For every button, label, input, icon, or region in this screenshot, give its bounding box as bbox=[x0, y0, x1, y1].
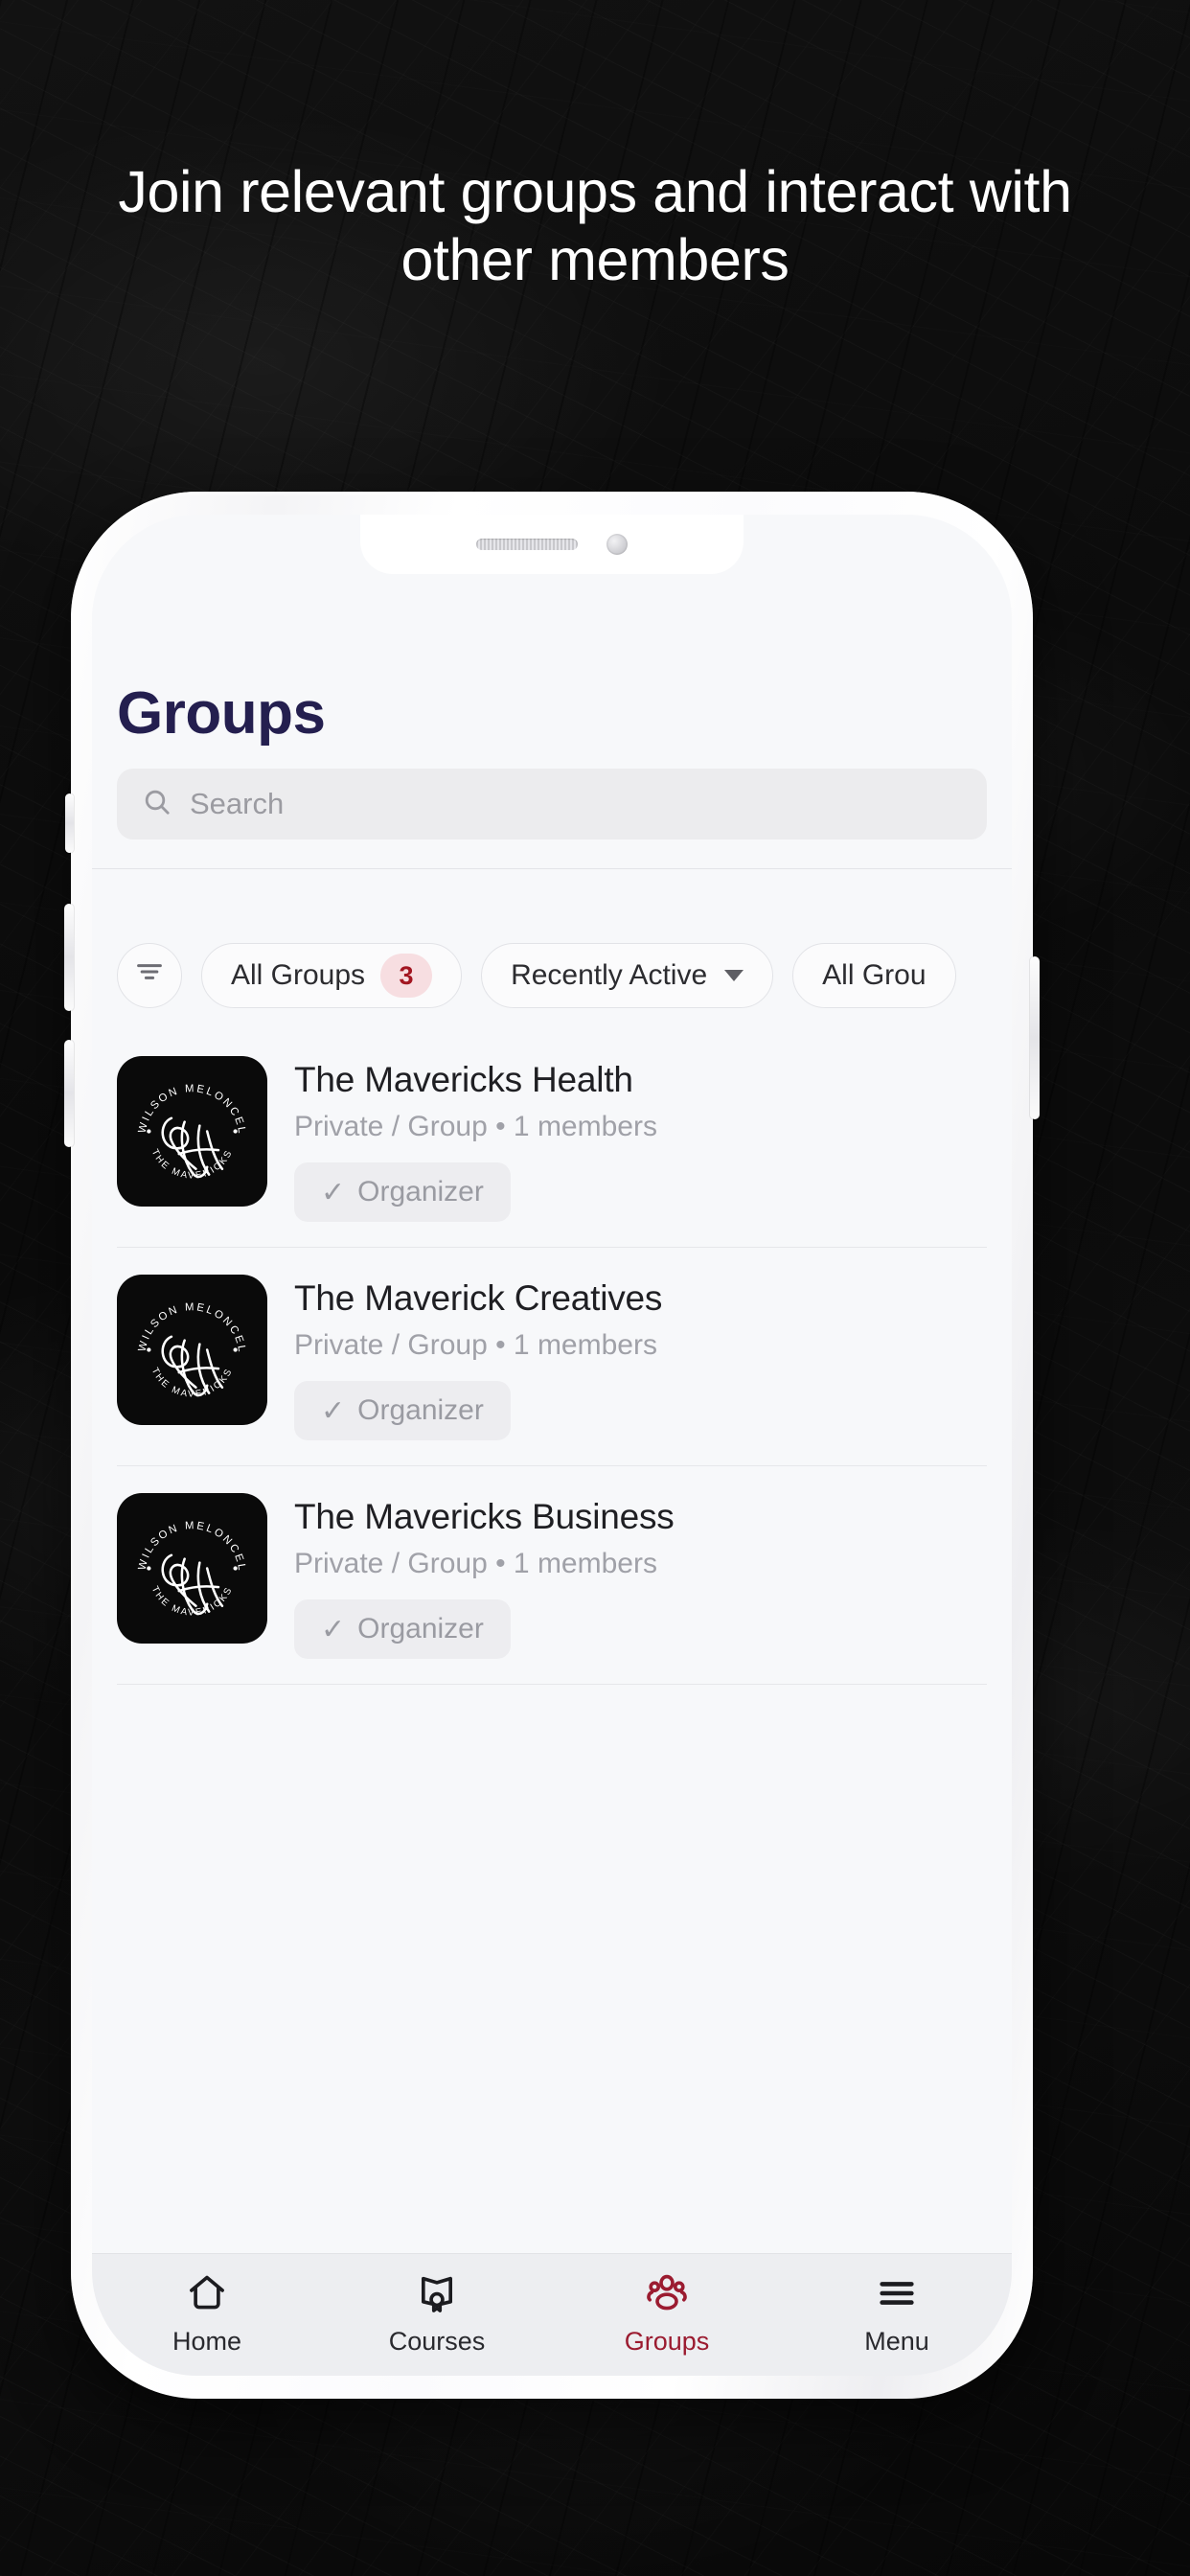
avatar: C WILSON MELONCELLI THE MAVERICKS bbox=[117, 1056, 267, 1207]
search-input[interactable]: Search bbox=[117, 769, 987, 840]
volume-down-button[interactable] bbox=[64, 1040, 74, 1147]
check-icon: ✓ bbox=[321, 1613, 346, 1645]
tab-label: Menu bbox=[864, 2327, 929, 2356]
group-meta: Private / Group • 1 members bbox=[294, 1329, 657, 1361]
phone-screen: Groups Search All Groups 3 Recently Acti… bbox=[92, 515, 1012, 2376]
group-name: The Mavericks Health bbox=[294, 1060, 633, 1099]
home-icon bbox=[185, 2269, 229, 2317]
tab-label: Home bbox=[172, 2327, 242, 2356]
chevron-down-icon bbox=[724, 970, 744, 981]
certificate-icon bbox=[415, 2269, 459, 2317]
chip-all-groups-overflow[interactable]: All Grou bbox=[792, 943, 956, 1008]
filter-button[interactable] bbox=[117, 943, 182, 1008]
chip-label: Recently Active bbox=[511, 959, 708, 991]
list-item[interactable]: C WILSON MELONCELLI THE MAVERICKS bbox=[117, 1248, 987, 1466]
status-badge: ✓ Organizer bbox=[294, 1599, 511, 1659]
chip-all-groups[interactable]: All Groups 3 bbox=[201, 943, 463, 1008]
group-name: The Maverick Creatives bbox=[294, 1278, 663, 1318]
avatar: C WILSON MELONCELLI THE MAVERICKS bbox=[117, 1275, 267, 1425]
tab-courses[interactable]: Courses bbox=[332, 2269, 542, 2357]
status-badge: ✓ Organizer bbox=[294, 1162, 511, 1222]
group-info: The Mavericks Health Private / Group • 1… bbox=[294, 1056, 987, 1222]
filter-lines-icon bbox=[133, 955, 166, 996]
list-item[interactable]: C WILSON MELONCELLI THE MAVERICKS bbox=[117, 1466, 987, 1685]
check-icon: ✓ bbox=[321, 1176, 346, 1208]
search-icon bbox=[142, 787, 172, 822]
volume-up-button[interactable] bbox=[64, 904, 74, 1011]
filter-chips-row: All Groups 3 Recently Active All Grou bbox=[92, 922, 1012, 1029]
group-meta: Private / Group • 1 members bbox=[294, 1111, 657, 1142]
chip-label: All Groups bbox=[231, 959, 366, 991]
list-item[interactable]: C WILSON MELONCELLI THE MAVERICKS bbox=[117, 1029, 987, 1248]
power-button[interactable] bbox=[1030, 956, 1040, 1119]
tab-label: Groups bbox=[624, 2327, 710, 2356]
mute-switch-button[interactable] bbox=[65, 794, 74, 853]
check-icon: ✓ bbox=[321, 1394, 346, 1427]
groups-list: C WILSON MELONCELLI THE MAVERICKS bbox=[92, 1029, 1012, 2253]
promo-screenshot: Join relevant groups and interact with o… bbox=[0, 0, 1190, 2576]
phone-notch bbox=[360, 515, 744, 574]
phone-mockup: Groups Search All Groups 3 Recently Acti… bbox=[64, 492, 1129, 2399]
bottom-navigation: Home Courses Groups Menu bbox=[92, 2253, 1012, 2376]
speaker-grille-icon bbox=[476, 539, 578, 550]
group-name: The Mavericks Business bbox=[294, 1497, 675, 1536]
tab-home[interactable]: Home bbox=[102, 2269, 312, 2357]
tab-label: Courses bbox=[388, 2327, 486, 2356]
search-placeholder: Search bbox=[190, 787, 285, 820]
chip-count-badge: 3 bbox=[380, 954, 433, 998]
hamburger-icon bbox=[875, 2269, 919, 2317]
header-divider bbox=[92, 868, 1012, 869]
group-info: The Mavericks Business Private / Group •… bbox=[294, 1493, 987, 1659]
chip-recently-active[interactable]: Recently Active bbox=[481, 943, 774, 1008]
page-title: Groups bbox=[117, 680, 326, 747]
promo-headline: Join relevant groups and interact with o… bbox=[118, 159, 1072, 292]
people-group-icon bbox=[644, 2269, 690, 2317]
role-label: Organizer bbox=[357, 1176, 484, 1208]
search-container: Search bbox=[92, 748, 1012, 868]
app-header: Groups Search bbox=[92, 574, 1012, 869]
chip-label: All Grou bbox=[822, 959, 927, 991]
group-meta: Private / Group • 1 members bbox=[294, 1548, 657, 1579]
tab-groups[interactable]: Groups bbox=[561, 2269, 772, 2357]
front-camera-icon bbox=[606, 534, 628, 555]
group-info: The Maverick Creatives Private / Group •… bbox=[294, 1275, 987, 1440]
role-label: Organizer bbox=[357, 1613, 484, 1644]
role-label: Organizer bbox=[357, 1394, 484, 1426]
phone-body: Groups Search All Groups 3 Recently Acti… bbox=[64, 492, 1040, 2399]
tab-menu[interactable]: Menu bbox=[791, 2269, 1002, 2357]
status-badge: ✓ Organizer bbox=[294, 1381, 511, 1440]
avatar: C WILSON MELONCELLI THE MAVERICKS bbox=[117, 1493, 267, 1644]
